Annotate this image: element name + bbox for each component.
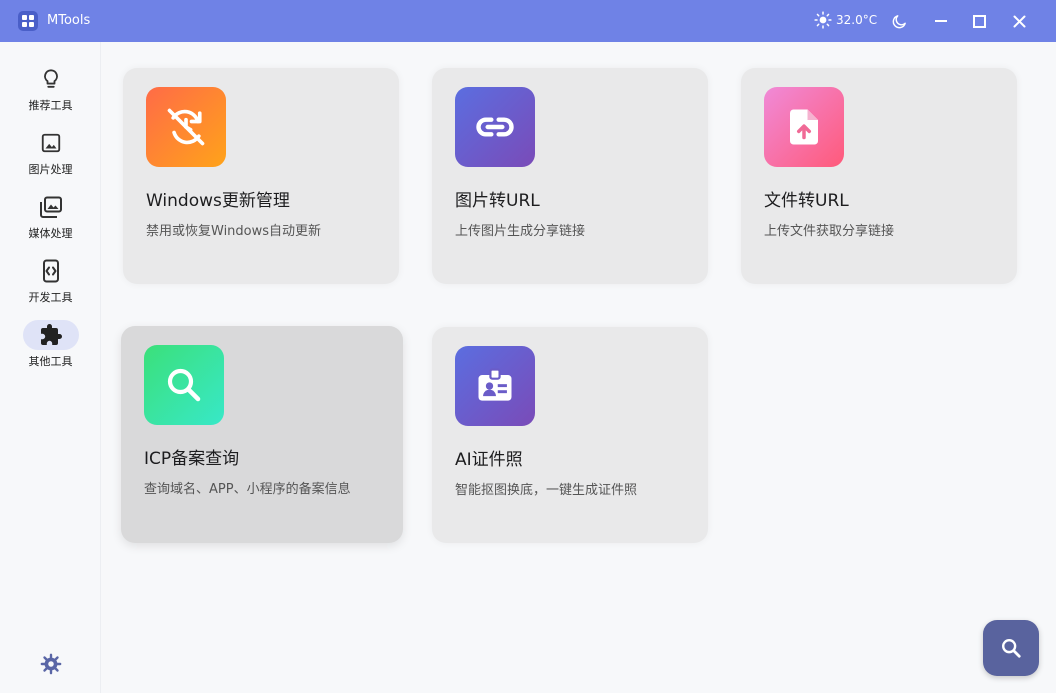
sidebar-item-media[interactable]: 媒体处理 [0, 192, 101, 252]
search-icon [1002, 639, 1021, 658]
puzzle-icon [40, 324, 62, 345]
sidebar-item-label: 推荐工具 [28, 99, 73, 112]
card-description: 智能抠图换底，一键生成证件照 [455, 483, 638, 498]
card-title: ICP备案查询 [144, 449, 240, 469]
close-icon [1013, 15, 1025, 27]
tool-card-windows-update[interactable]: Windows更新管理 禁用或恢复Windows自动更新 [123, 68, 399, 284]
card-title: AI证件照 [455, 450, 523, 470]
lightbulb-icon [43, 69, 58, 88]
minimize-button[interactable] [931, 11, 951, 31]
title-bar: MTools 32.0°C [0, 0, 1056, 42]
sidebar-item-image[interactable]: 图片处理 [0, 128, 101, 188]
settings-button[interactable] [40, 653, 62, 675]
tool-card-ai-id-photo[interactable]: AI证件照 智能抠图换底，一键生成证件照 [432, 327, 708, 543]
card-title: Windows更新管理 [146, 191, 290, 211]
temperature-text: 32.0°C [836, 13, 878, 27]
image-icon [41, 133, 60, 153]
close-button[interactable] [1009, 11, 1029, 31]
weather-widget[interactable]: 32.0°C [814, 11, 877, 29]
card-description: 上传文件获取分享链接 [764, 224, 895, 239]
app-logo-icon [18, 11, 38, 31]
update-disabled-icon [167, 108, 205, 146]
theme-toggle-button[interactable] [889, 11, 909, 31]
card-description: 禁用或恢复Windows自动更新 [146, 224, 322, 239]
tool-card-icp-query[interactable]: ICP备案查询 查询域名、APP、小程序的备案信息 [121, 326, 403, 543]
search-icon [167, 368, 201, 402]
app-title: MTools [47, 13, 91, 28]
sidebar-item-other[interactable]: 其他工具 [0, 320, 101, 380]
card-description: 上传图片生成分享链接 [455, 224, 586, 239]
sidebar-item-label: 图片处理 [28, 163, 73, 176]
gear-icon [40, 653, 62, 675]
card-description: 查询域名、APP、小程序的备案信息 [144, 482, 351, 497]
sidebar-item-label: 媒体处理 [28, 227, 73, 240]
sun-icon [814, 11, 832, 29]
sidebar-item-recommended[interactable]: 推荐工具 [0, 64, 101, 124]
id-badge-icon [478, 368, 512, 401]
link-icon [476, 117, 514, 137]
tool-card-image-to-url[interactable]: 图片转URL 上传图片生成分享链接 [432, 68, 708, 284]
card-title: 文件转URL [764, 191, 849, 211]
sidebar-item-label: 其他工具 [28, 355, 73, 368]
file-upload-icon [790, 109, 818, 145]
moon-icon [892, 14, 906, 28]
maximize-icon [972, 14, 986, 28]
sidebar-item-label: 开发工具 [28, 291, 73, 304]
sidebar: 推荐工具 图片处理 媒体处理 开发工具 其他工具 [0, 42, 101, 693]
tool-card-file-to-url[interactable]: 文件转URL 上传文件获取分享链接 [741, 68, 1017, 284]
minimize-icon [935, 20, 947, 22]
photo-library-icon [39, 196, 62, 218]
sidebar-item-dev[interactable]: 开发工具 [0, 256, 101, 316]
card-title: 图片转URL [455, 191, 540, 211]
search-fab-button[interactable] [983, 620, 1039, 676]
code-icon [42, 259, 59, 283]
maximize-button[interactable] [969, 11, 989, 31]
